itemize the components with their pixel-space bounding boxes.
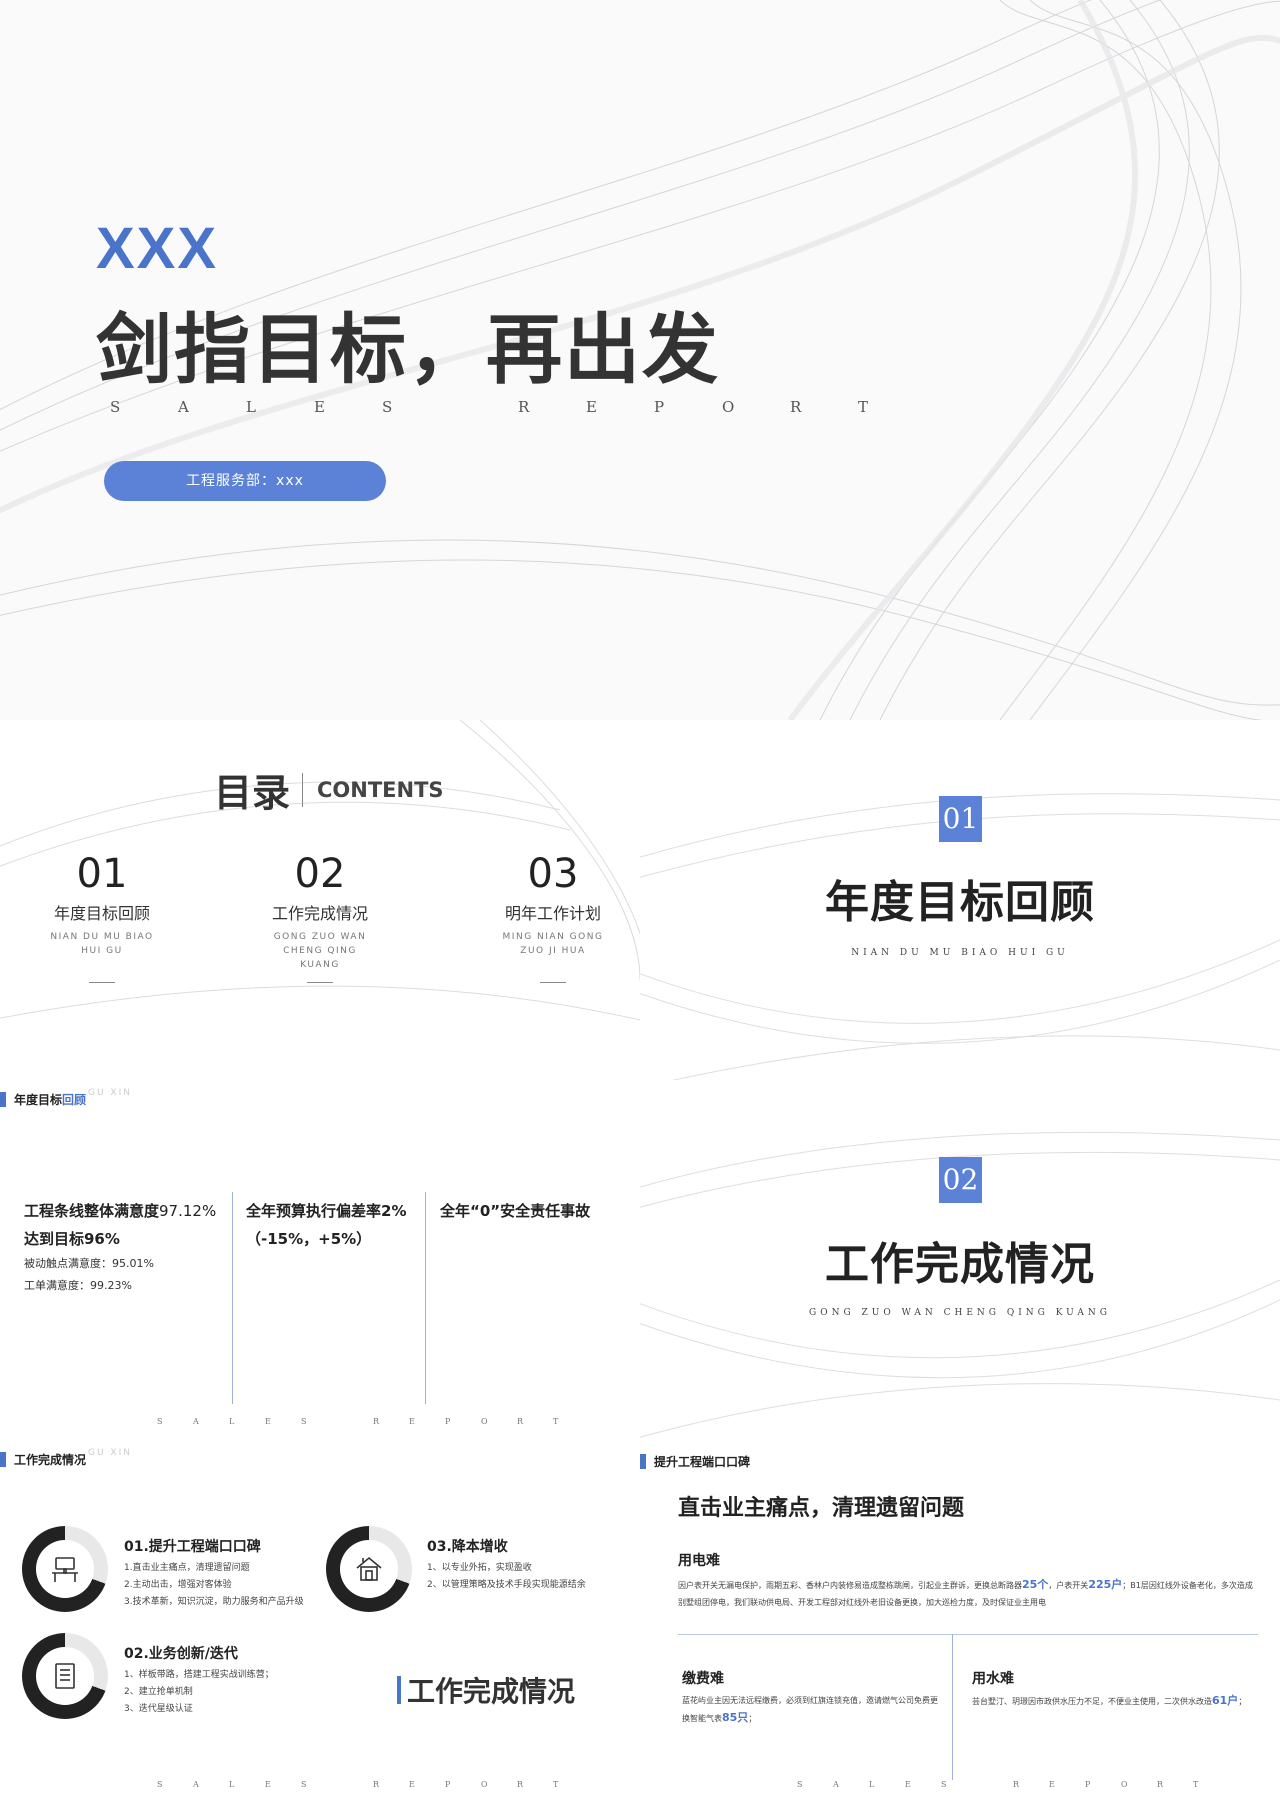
divider xyxy=(952,1634,953,1780)
section-title: 工作完成情况 xyxy=(825,1239,1095,1290)
metric-detail: 被动触点满意度：95.01% xyxy=(24,1257,154,1270)
progress-ring xyxy=(326,1526,412,1612)
metric-detail: 工单满意度：99.23% xyxy=(24,1279,132,1292)
divider xyxy=(232,1192,233,1404)
toc-heading: 目录 CONTENTS xyxy=(214,762,444,817)
metric-safety: 全年“0”安全责任事故 xyxy=(440,1197,590,1225)
divider xyxy=(425,1192,426,1404)
toc-title-en: CONTENTS xyxy=(317,777,444,802)
header-accent-bar xyxy=(0,1092,6,1107)
progress-ring xyxy=(22,1633,108,1719)
toc-item-label: 明年工作计划 xyxy=(504,904,601,923)
metric-label: 全年预算执行偏差率2% xyxy=(246,1202,407,1220)
toc-item-01[interactable]: 01 年度目标回顾 NIAN DU MU BIAO HUI GU xyxy=(12,852,192,983)
toc-item-label: 工作完成情况 xyxy=(271,904,368,923)
toc-item-03[interactable]: 03 明年工作计划 MING NIAN GONG ZUO JI HUA xyxy=(463,852,640,983)
work-item-3: 03.降本增收 1、以专业外拓，实现盈收 2、以管理策略及技术手段实现能源结余 xyxy=(427,1536,586,1594)
title-accent-bar xyxy=(397,1676,401,1704)
document-icon xyxy=(55,1663,75,1689)
rep-headline: 直击业主痛点，清理遗留问题 xyxy=(678,1496,965,1521)
toc-item-pinyin: GONG ZUO WAN CHENG QING KUANG xyxy=(273,932,367,970)
metric-value: （-15%，+5%） xyxy=(246,1230,372,1248)
metric-target: 达到目标96% xyxy=(24,1230,120,1248)
work-item-line: 2、建立抢单机制 xyxy=(124,1687,193,1697)
header-accent-bar xyxy=(0,1452,6,1467)
metric-budget: 全年预算执行偏差率2% （-15%，+5%） xyxy=(246,1197,406,1253)
work-item-line: 1、样板带路，搭建工程实战训练营； xyxy=(124,1670,274,1680)
section-number-box: 02 xyxy=(939,1157,982,1203)
cover-subtitle: SALESREPORT xyxy=(110,398,869,416)
footer-sales-report: SALESREPORT xyxy=(157,1417,559,1426)
reputation-slide: 提升工程端口口碑 直击业主痛点，清理遗留问题 用电难 因户表开关无漏电保护，雨期… xyxy=(640,1440,1280,1800)
progress-ring xyxy=(22,1526,108,1612)
toc-item-number: 01 xyxy=(76,851,128,897)
work-item-line: 3、迭代星级认证 xyxy=(124,1704,193,1714)
work-big-title: 工作完成情况 xyxy=(407,1675,576,1708)
work-item-1: 01.提升工程端口口碑 1.直击业主痛点，清理遗留问题 2.主动出击，增强对客体… xyxy=(124,1536,304,1611)
brand-name: XXX xyxy=(96,216,219,281)
electric-text: 因户表开关无漏电保护，雨期五彩、香林户内装修易造成整栋跳闸，引起业主群诉，更换总… xyxy=(678,1578,1253,1607)
header-text-accent: 回顾 xyxy=(62,1093,87,1107)
cover-slide: XXX 剑指目标，再出发 SALESREPORT 工程服务部：xxx xyxy=(0,0,1280,720)
header-ghost-text: GU XIN xyxy=(88,1088,132,1098)
water-title: 用水难 xyxy=(972,1671,1014,1687)
divider xyxy=(540,982,566,983)
house-icon xyxy=(356,1556,382,1581)
fee-text: 蓝花屿业主因无法远程缴费，必须到红旗连锁充值，邀请燃气公司免费更换智能气表85只… xyxy=(682,1696,938,1724)
toc-item-02[interactable]: 02 工作完成情况 GONG ZUO WAN CHENG QING KUANG xyxy=(230,852,410,983)
work-item-line: 1.直击业主痛点，清理遗留问题 xyxy=(124,1563,250,1573)
department-pill: 工程服务部：xxx xyxy=(104,461,386,501)
work-summary-slide: 工作完成情况 GU XIN 01.提升工程端口口碑 1.直击业主痛点，清理遗留问… xyxy=(0,1440,640,1800)
work-item-line: 1、以专业外拓，实现盈收 xyxy=(427,1563,532,1573)
work-item-title: 01.提升工程端口口碑 xyxy=(124,1539,261,1555)
cover-title: 剑指目标，再出发 xyxy=(96,305,720,394)
section-02-slide: 02 工作完成情况 GONG ZUO WAN CHENG QING KUANG xyxy=(640,1080,1280,1440)
divider xyxy=(307,982,333,983)
metric-value: 97.12% xyxy=(159,1202,217,1220)
footer-sales-report: SALESREPORT xyxy=(797,1780,1199,1789)
slide-header: 提升工程端口口碑 xyxy=(654,1455,751,1469)
toc-item-number: 03 xyxy=(527,851,579,897)
work-item-line: 2、以管理策略及技术手段实现能源结余 xyxy=(427,1580,586,1590)
target-review-slide: 年度目标回顾 GU XIN 工程条线整体满意度97.12% 达到目标96% 被动… xyxy=(0,1080,640,1440)
slide-header: 工作完成情况 xyxy=(14,1453,87,1467)
footer-sales-report: SALESREPORT xyxy=(157,1780,559,1789)
header-text: 年度目标 xyxy=(14,1093,63,1107)
fee-title: 缴费难 xyxy=(682,1671,724,1687)
metric-label: 工程条线整体满意度 xyxy=(24,1202,160,1220)
section-01-slide: 01 年度目标回顾 NIAN DU MU BIAO HUI GU xyxy=(640,720,1280,1080)
work-item-2: 02.业务创新/迭代 1、样板带路，搭建工程实战训练营； 2、建立抢单机制 3、… xyxy=(124,1643,274,1718)
toc-item-pinyin: NIAN DU MU BIAO HUI GU xyxy=(50,932,154,956)
section-pinyin: NIAN DU MU BIAO HUI GU xyxy=(851,948,1069,958)
work-item-line: 3.技术革新，知识沉淀，助力服务和产品升级 xyxy=(124,1597,304,1607)
work-item-title: 03.降本增收 xyxy=(427,1539,508,1555)
divider xyxy=(89,982,115,983)
toc-slide: 目录 CONTENTS 01 年度目标回顾 NIAN DU MU BIAO HU… xyxy=(0,720,640,1080)
desk-icon xyxy=(52,1557,78,1582)
slide-header: 年度目标回顾 xyxy=(14,1091,86,1108)
section-title: 年度目标回顾 xyxy=(825,877,1095,928)
toc-item-number: 02 xyxy=(294,851,346,897)
toc-item-pinyin: MING NIAN GONG ZUO JI HUA xyxy=(502,932,604,956)
water-text: 芸台墅汀、玥璟因市政供水压力不足，不便业主使用，二次供水改造61户； xyxy=(972,1694,1247,1707)
header-accent-bar xyxy=(640,1454,646,1469)
section-number-box: 01 xyxy=(939,796,982,842)
work-item-title: 02.业务创新/迭代 xyxy=(124,1646,238,1662)
divider xyxy=(302,772,304,807)
metric-satisfaction: 工程条线整体满意度97.12% 达到目标96% 被动触点满意度：95.01% 工… xyxy=(24,1197,216,1297)
toc-title: 目录 xyxy=(214,771,291,815)
section-pinyin: GONG ZUO WAN CHENG QING KUANG xyxy=(809,1308,1111,1318)
electric-title: 用电难 xyxy=(678,1553,720,1569)
work-item-line: 2.主动出击，增强对客体验 xyxy=(124,1580,232,1590)
header-ghost-text: GU XIN xyxy=(88,1448,132,1458)
metric-label: 全年“0”安全责任事故 xyxy=(440,1202,591,1220)
divider xyxy=(678,1634,1258,1635)
toc-item-label: 年度目标回顾 xyxy=(53,904,150,923)
